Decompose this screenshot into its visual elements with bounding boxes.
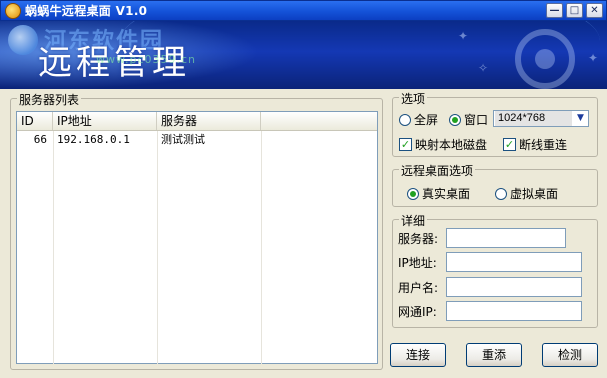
reconnect-check-icon: ✓ bbox=[503, 138, 516, 151]
details-label: 详细 bbox=[399, 212, 428, 229]
cell-ip: 192.168.0.1 bbox=[57, 133, 130, 146]
ip-field-label: IP地址: bbox=[398, 255, 437, 270]
map-disk-label: 映射本地磁盘 bbox=[415, 138, 488, 152]
server-list-group: 服务器列表 ID IP地址 服务器 66 192.168.0.1 测试测试 bbox=[10, 91, 383, 370]
film-reel-icon bbox=[515, 29, 575, 89]
wan-ip-field-label: 网通IP: bbox=[398, 304, 437, 319]
add-button[interactable]: 重添 bbox=[466, 343, 522, 367]
server-listview[interactable]: ID IP地址 服务器 66 192.168.0.1 测试测试 bbox=[16, 111, 378, 364]
column-header-server[interactable]: 服务器 bbox=[157, 112, 261, 130]
grid-line bbox=[53, 131, 54, 364]
star-icon: ✧ bbox=[478, 61, 489, 75]
cell-server: 测试测试 bbox=[161, 133, 205, 146]
star-icon: ✦ bbox=[588, 51, 599, 65]
header-banner: 河东软件园 远程管理 www.pc0359.cn ✦ ✧ ✦ bbox=[0, 21, 607, 89]
virtual-desktop-label: 虚拟桌面 bbox=[510, 187, 559, 201]
real-desktop-radio[interactable]: 真实桌面 bbox=[407, 185, 470, 202]
fullscreen-label: 全屏 bbox=[414, 113, 439, 127]
server-field-row: 服务器: bbox=[398, 228, 566, 248]
star-icon: ✦ bbox=[458, 29, 469, 43]
map-disk-check-icon: ✓ bbox=[399, 138, 412, 151]
window-label: 窗口 bbox=[464, 113, 489, 127]
window-controls: — □ ✕ bbox=[546, 3, 603, 18]
options-label: 选项 bbox=[399, 90, 428, 107]
window-radio[interactable]: 窗口 bbox=[449, 111, 488, 128]
connect-button[interactable]: 连接 bbox=[390, 343, 446, 367]
detect-button[interactable]: 检测 bbox=[542, 343, 598, 367]
column-header-id[interactable]: ID bbox=[17, 112, 53, 130]
grid-line bbox=[157, 131, 158, 364]
server-list-label: 服务器列表 bbox=[17, 91, 82, 108]
title-bar[interactable]: 蜗蜗牛远程桌面 V1.0 — □ ✕ bbox=[0, 0, 607, 21]
list-header: ID IP地址 服务器 bbox=[17, 112, 377, 131]
watermark-logo-icon bbox=[8, 25, 38, 55]
close-button[interactable]: ✕ bbox=[586, 3, 603, 18]
map-disk-checkbox[interactable]: ✓ 映射本地磁盘 bbox=[399, 136, 487, 153]
dropdown-arrow-icon[interactable]: ▼ bbox=[573, 111, 588, 126]
cell-id: 66 bbox=[33, 133, 47, 146]
ip-field[interactable] bbox=[446, 252, 582, 272]
minimize-button[interactable]: — bbox=[546, 3, 563, 18]
watermark-url: www.pc0359.cn bbox=[96, 53, 197, 66]
ip-field-row: IP地址: bbox=[398, 252, 582, 272]
window-title: 蜗蜗牛远程桌面 V1.0 bbox=[25, 4, 148, 18]
maximize-button[interactable]: □ bbox=[566, 3, 583, 18]
reconnect-label: 断线重连 bbox=[519, 138, 568, 152]
resolution-select[interactable]: 1024*768 ▼ bbox=[493, 110, 589, 127]
virtual-desktop-radio[interactable]: 虚拟桌面 bbox=[495, 185, 558, 202]
real-desktop-radio-dot bbox=[407, 187, 419, 200]
reconnect-checkbox[interactable]: ✓ 断线重连 bbox=[503, 136, 567, 153]
details-group: 详细 服务器: IP地址: 用户名: 网通IP: bbox=[392, 212, 598, 328]
fullscreen-radio[interactable]: 全屏 bbox=[399, 111, 438, 128]
column-header-ip[interactable]: IP地址 bbox=[53, 112, 157, 130]
wan-ip-field-row: 网通IP: bbox=[398, 301, 582, 321]
table-row[interactable]: 66 192.168.0.1 测试测试 bbox=[17, 131, 377, 149]
options-group: 选项 全屏 窗口 1024*768 ▼ ✓ 映射本地磁盘 ✓ 断线重连 bbox=[392, 90, 598, 157]
wan-ip-field[interactable] bbox=[446, 301, 582, 321]
server-field-label: 服务器: bbox=[398, 231, 439, 246]
fullscreen-radio-dot bbox=[399, 113, 411, 126]
grid-line bbox=[261, 131, 262, 364]
real-desktop-label: 真实桌面 bbox=[422, 187, 471, 201]
resolution-value: 1024*768 bbox=[495, 111, 572, 126]
app-icon bbox=[5, 2, 21, 19]
server-field[interactable] bbox=[446, 228, 566, 248]
username-field-label: 用户名: bbox=[398, 280, 439, 295]
username-field-row: 用户名: bbox=[398, 277, 582, 297]
virtual-desktop-radio-dot bbox=[495, 187, 507, 200]
list-body: 66 192.168.0.1 测试测试 bbox=[17, 131, 377, 364]
window-radio-dot bbox=[449, 113, 461, 126]
desktop-options-label: 远程桌面选项 bbox=[399, 162, 476, 179]
username-field[interactable] bbox=[446, 277, 582, 297]
desktop-options-group: 远程桌面选项 真实桌面 虚拟桌面 bbox=[392, 162, 598, 207]
